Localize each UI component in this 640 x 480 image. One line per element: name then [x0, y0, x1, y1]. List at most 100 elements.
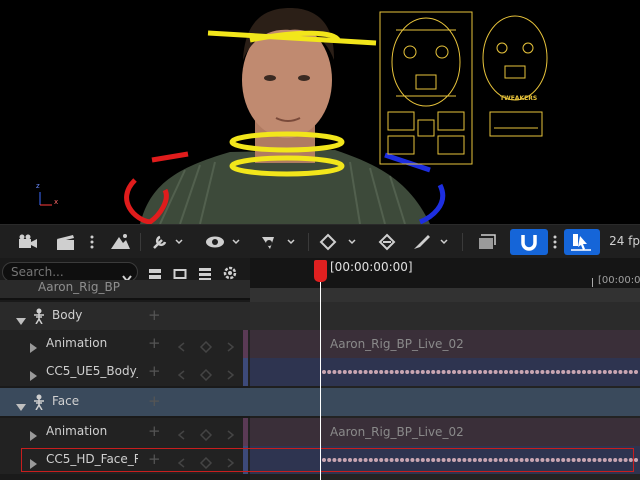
render-icon[interactable]: [474, 229, 500, 255]
expand-arrow-icon[interactable]: [30, 338, 38, 357]
track-lane-body[interactable]: [250, 302, 640, 330]
track-row-body[interactable]: Body +: [0, 302, 250, 330]
wrench-icon[interactable]: [150, 229, 186, 255]
keyframe-dot[interactable]: [478, 370, 482, 374]
track-row-aaron-rig[interactable]: Aaron_Rig_BP: [0, 280, 250, 298]
expand-arrow-icon[interactable]: [16, 397, 26, 416]
keyframe-dot[interactable]: [436, 370, 441, 374]
add-key-icon[interactable]: +: [148, 424, 161, 439]
diamond-key-icon[interactable]: [318, 229, 360, 255]
keyframe-dot[interactable]: [363, 370, 368, 374]
keyframe-dot[interactable]: [566, 370, 571, 374]
add-track-icon[interactable]: +: [148, 308, 161, 323]
keyframe-dot[interactable]: [592, 370, 597, 374]
more-icon[interactable]: [86, 229, 98, 255]
keyframe-dot[interactable]: [576, 370, 581, 374]
keyframe-dot[interactable]: [582, 370, 586, 374]
keyframe-dot[interactable]: [467, 370, 472, 374]
keyframe-dot[interactable]: [545, 370, 550, 374]
add-key-icon[interactable]: +: [148, 364, 161, 379]
clapperboard-icon[interactable]: [54, 229, 78, 255]
key-nav-icons[interactable]: [176, 366, 236, 385]
keyframe-dot[interactable]: [597, 370, 602, 374]
magnet-icon[interactable]: [510, 229, 548, 255]
keyframe-dot[interactable]: [613, 370, 618, 374]
track-lane-body-animation[interactable]: Aaron_Rig_BP_Live_02: [250, 330, 640, 358]
keyframe-dot[interactable]: [514, 370, 519, 374]
eye-icon[interactable]: [204, 229, 242, 255]
keyframe-dot[interactable]: [483, 370, 488, 374]
track-lane-face-animation[interactable]: Aaron_Rig_BP_Live_02: [250, 418, 640, 446]
keyframe-dot[interactable]: [452, 370, 456, 374]
keyframe-dot[interactable]: [540, 370, 545, 374]
track-row-face[interactable]: Face +: [0, 388, 250, 416]
camera-icon[interactable]: [16, 229, 40, 255]
keyframe-dot[interactable]: [358, 370, 363, 374]
keyframe-dot[interactable]: [410, 370, 415, 374]
keyframe-dot[interactable]: [426, 370, 430, 374]
keyframe-dot[interactable]: [556, 370, 560, 374]
keyframe-dot[interactable]: [504, 370, 508, 374]
keyframe-dot[interactable]: [415, 370, 420, 374]
keyframe-dot[interactable]: [400, 370, 404, 374]
viewport[interactable]: TWEAKERS z x: [0, 0, 640, 224]
gear-sparkle-icon[interactable]: [258, 229, 298, 255]
keyframe-dot[interactable]: [441, 370, 446, 374]
timeline-panel[interactable]: [00:00:00:00] [00:00:05 Aaron_Rig_BP_Liv…: [250, 258, 640, 480]
track-row-body-animation[interactable]: Animation +: [0, 330, 250, 358]
keyframe-dot[interactable]: [420, 370, 425, 374]
brush-icon[interactable]: [410, 229, 452, 255]
keyframe-dot[interactable]: [384, 370, 389, 374]
keyframe-dot[interactable]: [608, 370, 612, 374]
track-lane-face[interactable]: [250, 388, 640, 416]
add-key-icon[interactable]: +: [148, 336, 161, 351]
keyframe-dot[interactable]: [431, 370, 436, 374]
keyframe-strip[interactable]: [320, 358, 640, 386]
keyframe-dot[interactable]: [519, 370, 524, 374]
keyframe-dot[interactable]: [634, 370, 638, 374]
track-row-body-mesh[interactable]: CC5_UE5_Body_I +: [0, 358, 250, 386]
keyframe-dot[interactable]: [524, 370, 529, 374]
keyframe-dot[interactable]: [353, 370, 358, 374]
keyframe-dot[interactable]: [488, 370, 493, 374]
keyframe-dot[interactable]: [348, 370, 352, 374]
keyframe-dot[interactable]: [379, 370, 384, 374]
keyframe-dot[interactable]: [342, 370, 347, 374]
time-ruler[interactable]: [00:00:00:00] [00:00:05: [250, 258, 640, 288]
keyframe-dot[interactable]: [457, 370, 462, 374]
keyframe-dot[interactable]: [405, 370, 410, 374]
keyframe-dot[interactable]: [332, 370, 337, 374]
keyframe-dot[interactable]: [634, 458, 638, 462]
snap-more-icon[interactable]: [550, 229, 560, 255]
keyframe-dot[interactable]: [561, 370, 566, 374]
keyframe-dot[interactable]: [509, 370, 514, 374]
track-lane-aaron-rig[interactable]: [250, 288, 640, 302]
keyframe-dot[interactable]: [618, 370, 623, 374]
key-sync-icon[interactable]: [374, 229, 400, 255]
keyframe-dot[interactable]: [550, 370, 555, 374]
keyframe-dot[interactable]: [446, 370, 451, 374]
keyframe-dot[interactable]: [374, 370, 378, 374]
keyframe-dot[interactable]: [394, 370, 399, 374]
keyframe-dot[interactable]: [493, 370, 498, 374]
expand-arrow-icon[interactable]: [16, 311, 26, 330]
keyframe-dot[interactable]: [389, 370, 394, 374]
keyframe-dot[interactable]: [602, 370, 607, 374]
keyframe-dot[interactable]: [472, 370, 477, 374]
snap-icon[interactable]: [564, 229, 600, 255]
keyframe-dot[interactable]: [571, 370, 576, 374]
playhead-handle[interactable]: [314, 260, 327, 282]
track-lane-body-mesh[interactable]: [250, 358, 640, 386]
framerate-label[interactable]: 24 fp: [609, 234, 640, 248]
keyframe-dot[interactable]: [535, 370, 540, 374]
keyframe-dot[interactable]: [327, 370, 332, 374]
keyframe-dot[interactable]: [628, 370, 633, 374]
keyframe-dot[interactable]: [587, 370, 592, 374]
keyframe-dot[interactable]: [322, 370, 326, 374]
expand-arrow-icon[interactable]: [30, 366, 38, 385]
track-row-face-animation[interactable]: Animation +: [0, 418, 250, 446]
key-nav-icons[interactable]: [176, 338, 236, 357]
expand-arrow-icon[interactable]: [30, 426, 38, 445]
add-track-icon[interactable]: +: [148, 394, 161, 409]
search-input[interactable]: [2, 262, 138, 282]
